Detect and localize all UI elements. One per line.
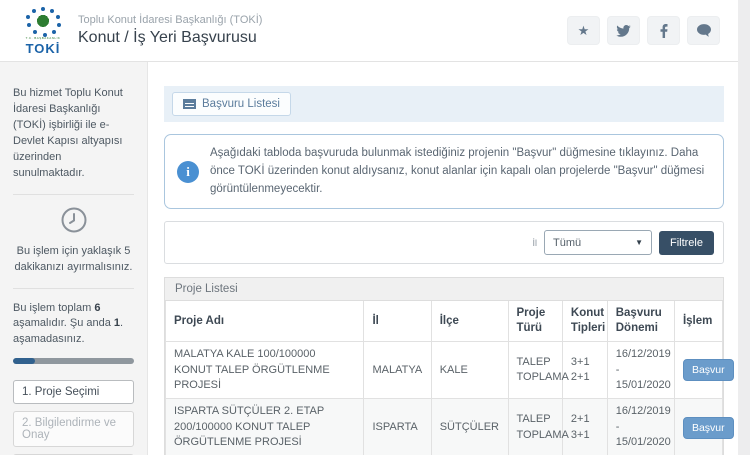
table-header-row: Proje Adı İl İlçe Proje Türü Konut Tiple… [166,301,723,341]
content: Başvuru Listesi i Aşağıdaki tabloda başv… [148,62,738,455]
facebook-icon [660,24,668,38]
duration-section: Bu işlem için yaklaşık 5 dakikanızı ayır… [13,207,134,276]
sidebar: Bu hizmet Toplu Konut İdaresi Başkanlığı… [0,62,148,455]
page: ♣ T.C. BAŞBAKANLIK TOKİ Toplu Konut İdar… [0,0,738,455]
sidebar-divider [13,194,134,195]
konut-tipi: 2+1 [571,412,599,427]
feedback-button[interactable] [687,16,720,45]
konut-tipi: 3+1 [571,355,599,370]
donem-bitis: 15/01/2020 [616,435,666,450]
filtrele-button[interactable]: Filtrele [659,231,714,255]
project-list-panel: Proje Listesi Proje Adı İl İlçe Proje Tü… [164,277,724,455]
donem-baslangic: 16/12/2019 [616,404,666,419]
cell-konut-tipleri: 3+12+1 [562,342,607,399]
basvuru-listesi-label: Başvuru Listesi [202,98,280,110]
cell-basvuru-donemi: 16/12/2019-15/01/2020 [607,342,674,399]
il-select[interactable]: Tümü ▼ [544,230,652,255]
step-list: 1. Proje Seçimi 2. Bilgilendirme ve Onay… [13,380,134,455]
col-header-ilce: İlçe [431,301,508,341]
twitter-share-button[interactable] [607,16,640,45]
sidebar-divider [13,288,134,289]
filter-label: İl [532,238,537,248]
cell-proje-turu: TALEP TOPLAMA [508,399,562,455]
col-header-konut-tipleri: Konut Tipleri [562,301,607,341]
favorite-button[interactable]: ★ [567,16,600,45]
twitter-icon [616,25,631,37]
cell-ilce: SÜTÇÜLER [431,399,508,455]
basvur-button[interactable]: Başvur [683,359,734,381]
steps-note-prefix: Bu işlem toplam [13,302,94,314]
chevron-down-icon: ▼ [635,238,643,247]
tree-icon: ♣ [38,12,48,27]
col-header-il: İl [364,301,431,341]
service-info-text: Bu hizmet Toplu Konut İdaresi Başkanlığı… [13,86,134,182]
social-buttons: ★ [567,16,720,45]
toolbar: Başvuru Listesi [164,86,724,122]
cell-proje-adi: MALATYA KALE 100/100000 KONUT TALEP ÖRGÜ… [166,342,364,399]
donem-ayrac: - [616,363,666,378]
header-titles: Toplu Konut İdaresi Başkanlığı (TOKİ) Ko… [78,14,262,47]
progress-bar [13,358,134,364]
step-proje-secimi[interactable]: 1. Proje Seçimi [13,380,134,404]
toki-logo: ♣ T.C. BAŞBAKANLIK TOKİ [20,7,66,55]
header: ♣ T.C. BAŞBAKANLIK TOKİ Toplu Konut İdar… [0,0,738,62]
steps-note-middle: aşamalıdır. Şu anda [13,317,114,329]
info-icon: i [177,161,199,183]
table-row: ISPARTA SÜTÇÜLER 2. ETAP 200/100000 KONU… [166,399,723,455]
toki-logo-ring-icon: ♣ [26,7,60,36]
star-icon: ★ [578,23,590,39]
comment-icon [697,24,711,37]
filter-bar: İl Tümü ▼ Filtrele [164,221,724,264]
col-header-proje-turu: Proje Türü [508,301,562,341]
basvuru-listesi-button[interactable]: Başvuru Listesi [172,92,291,116]
cell-il: MALATYA [364,342,431,399]
facebook-share-button[interactable] [647,16,680,45]
main-layout: Bu hizmet Toplu Konut İdaresi Başkanlığı… [0,62,738,455]
basvur-button[interactable]: Başvur [683,417,734,439]
donem-ayrac: - [616,420,666,435]
page-title: Konut / İş Yeri Başvurusu [78,29,262,47]
cell-il: ISPARTA [364,399,431,455]
clock-icon [61,207,87,233]
step-bilgilendirme-ve-onay: 2. Bilgilendirme ve Onay [13,411,134,447]
cell-ilce: KALE [431,342,508,399]
table-row: MALATYA KALE 100/100000 KONUT TALEP ÖRGÜ… [166,342,723,399]
info-alert: i Aşağıdaki tabloda başvuruda bulunmak i… [164,134,724,209]
table-list-icon [183,99,196,109]
il-select-value: Tümü [553,237,581,249]
duration-note: Bu işlem için yaklaşık 5 dakikanızı ayır… [13,244,134,276]
steps-total: 6 [94,302,100,314]
steps-note: Bu işlem toplam 6 aşamalıdır. Şu anda 1.… [13,301,134,349]
konut-tipi: 2+1 [571,370,599,385]
donem-bitis: 15/01/2020 [616,378,666,393]
cell-proje-adi: ISPARTA SÜTÇÜLER 2. ETAP 200/100000 KONU… [166,399,364,455]
logo-wordmark: TOKİ [26,42,61,55]
cell-proje-turu: TALEP TOPLAMA [508,342,562,399]
panel-title: Proje Listesi [165,278,723,301]
org-name: Toplu Konut İdaresi Başkanlığı (TOKİ) [78,14,262,26]
col-header-proje-adi: Proje Adı [166,301,364,341]
konut-tipi: 3+1 [571,428,599,443]
cell-islem: Başvur [674,342,722,399]
brand: ♣ T.C. BAŞBAKANLIK TOKİ Toplu Konut İdar… [20,7,262,55]
progress-bar-fill [13,358,35,364]
cell-konut-tipleri: 2+13+1 [562,399,607,455]
cell-basvuru-donemi: 16/12/2019-15/01/2020 [607,399,674,455]
donem-baslangic: 16/12/2019 [616,347,666,362]
cell-islem: Başvur [674,399,722,455]
col-header-islem: İşlem [674,301,722,341]
info-alert-text: Aşağıdaki tabloda başvuruda bulunmak ist… [210,145,711,198]
col-header-basvuru-donemi: Başvuru Dönemi [607,301,674,341]
project-table: Proje Adı İl İlçe Proje Türü Konut Tiple… [165,301,723,455]
